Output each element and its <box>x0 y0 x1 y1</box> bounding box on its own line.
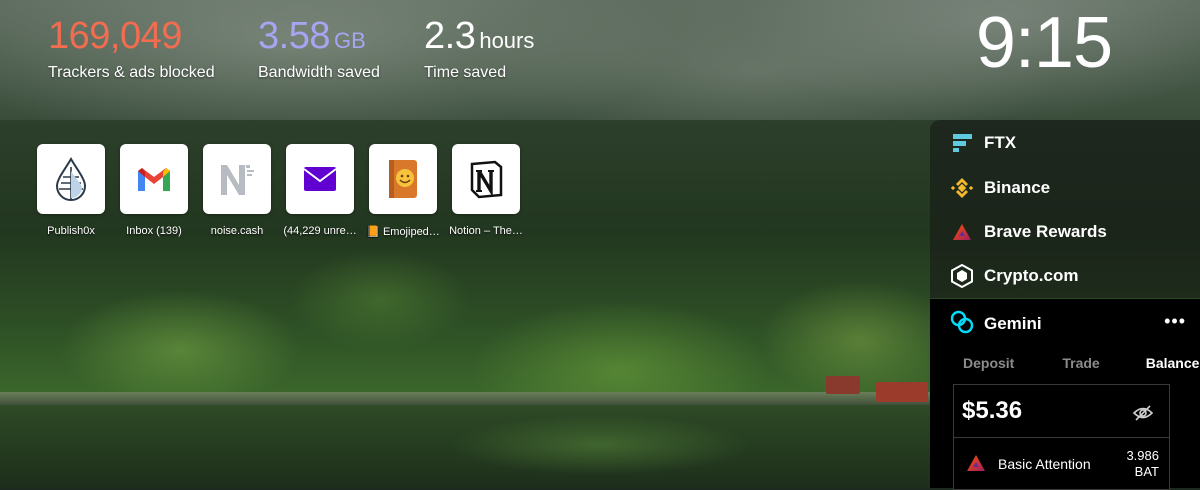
top-site-gmail[interactable]: Inbox (139) <box>120 144 188 238</box>
noise-cash-icon <box>203 144 271 214</box>
hide-balance-eye-icon[interactable] <box>1132 401 1154 429</box>
cabin <box>876 382 928 402</box>
top-sites: Publish0x Inbox (139) noise.cash (44,229… <box>37 144 523 238</box>
trackers-label: Trackers & ads blocked <box>48 64 215 81</box>
ftx-icon <box>950 131 974 155</box>
tab-balance[interactable]: Balance <box>1146 355 1200 371</box>
asset-symbol: BAT <box>1134 464 1159 479</box>
time-value: 2.3 <box>424 15 476 57</box>
widget-brave-rewards[interactable]: Brave Rewards <box>930 210 1200 254</box>
balance-amount: $5.36 <box>962 397 1023 424</box>
gemini-header: Gemini <box>930 299 1200 349</box>
tab-trade[interactable]: Trade <box>1062 355 1099 371</box>
site-name: 📙 Emojiped… <box>366 226 440 238</box>
top-site-yahoo-mail[interactable]: (44,229 unre… <box>283 144 357 238</box>
notion-icon <box>452 144 520 214</box>
asset-amount: 3.986 BAT <box>1126 448 1159 480</box>
site-name: (44,229 unre… <box>283 225 357 237</box>
stat-trackers-blocked: 169,049 Trackers & ads blocked <box>48 14 215 82</box>
gmail-icon <box>120 144 188 214</box>
site-name: Inbox (139) <box>126 225 182 237</box>
balance-card: $5.36 Basic Attention 3.986 BAT <box>953 384 1170 490</box>
time-label: Time saved <box>424 64 507 81</box>
stat-time-saved: 2.3 hours Time saved <box>424 14 534 82</box>
widget-crypto-com[interactable]: Crypto.com <box>930 254 1200 298</box>
bandwidth-unit: GB <box>333 28 366 53</box>
asset-quantity: 3.986 <box>1126 448 1159 463</box>
site-name: Publish0x <box>47 225 95 237</box>
brave-rewards-icon <box>950 220 974 244</box>
tab-deposit[interactable]: Deposit <box>963 355 1014 371</box>
widget-label: Crypto.com <box>984 266 1079 285</box>
bat-icon <box>966 454 986 475</box>
crypto-com-icon <box>950 264 974 288</box>
asset-name: Basic Attention <box>998 456 1091 472</box>
emojipedia-icon <box>369 144 437 214</box>
top-site-emojipedia[interactable]: 📙 Emojiped… <box>366 144 440 238</box>
widget-label: FTX <box>984 133 1017 152</box>
widget-ftx[interactable]: FTX <box>930 120 1200 166</box>
asset-row[interactable]: Basic Attention 3.986 BAT <box>954 438 1169 490</box>
clock: 9:15 <box>975 3 1113 83</box>
top-site-noise-cash[interactable]: noise.cash <box>203 144 271 238</box>
widget-binance[interactable]: Binance <box>930 166 1200 210</box>
publish0x-icon <box>37 144 105 214</box>
widget-label: Brave Rewards <box>984 222 1107 241</box>
binance-icon <box>950 176 974 200</box>
gemini-icon <box>950 310 974 339</box>
top-site-notion[interactable]: Notion – The… <box>449 144 523 238</box>
crypto-widget-stack: FTX Binance Brave Rewards Crypto.com Gem… <box>930 120 1200 490</box>
bandwidth-label: Bandwidth saved <box>258 64 380 81</box>
stat-bandwidth-saved: 3.58 GB Bandwidth saved <box>258 14 380 82</box>
time-unit: hours <box>479 28 535 53</box>
gemini-widget: Gemini ••• Deposit Trade Balance $5.36 B… <box>930 299 1200 490</box>
trackers-count: 169,049 <box>48 15 182 57</box>
widget-label: Binance <box>984 178 1051 197</box>
yahoo-mail-icon <box>286 144 354 214</box>
balance-row: $5.36 <box>954 385 1169 438</box>
bandwidth-value: 3.58 <box>258 15 330 57</box>
gemini-tabs: Deposit Trade Balance <box>930 349 1200 377</box>
site-name: Notion – The… <box>449 225 523 237</box>
cabin <box>826 376 860 394</box>
site-name: noise.cash <box>210 225 264 237</box>
gemini-title: Gemini <box>984 314 1042 333</box>
top-site-publish0x[interactable]: Publish0x <box>37 144 105 238</box>
more-options-button[interactable]: ••• <box>1164 311 1186 332</box>
